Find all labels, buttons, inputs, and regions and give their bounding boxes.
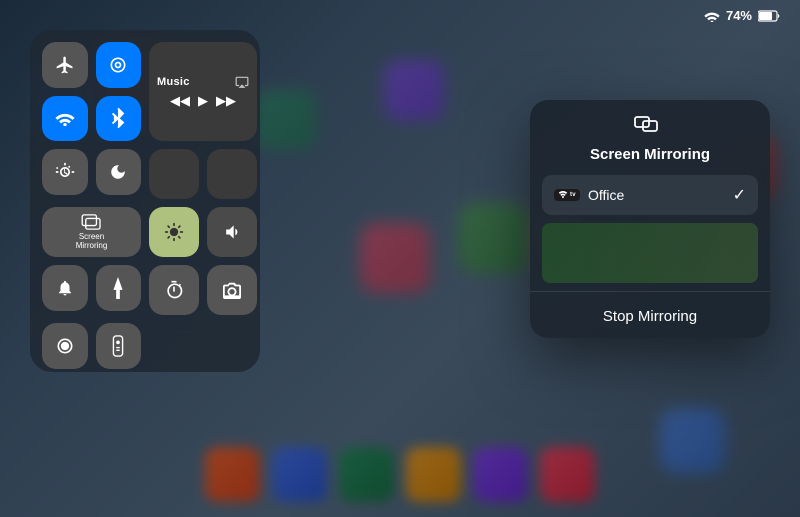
popup-header: Screen Mirroring (530, 100, 770, 171)
music-title: Music (157, 76, 190, 88)
next-button[interactable]: ▶▶ (216, 93, 236, 109)
remote-icon (111, 335, 125, 357)
volume-icon (222, 222, 242, 242)
timer-icon (164, 280, 184, 300)
hotspot-button[interactable] (96, 42, 142, 88)
alarm-button[interactable] (42, 265, 88, 311)
control-center-grid: Music ◀◀ ▶ ▶▶ (42, 42, 248, 360)
hotspot-icon (108, 55, 128, 75)
play-button[interactable]: ▶ (198, 93, 208, 109)
decorative-area (542, 223, 758, 283)
camera-button[interactable] (207, 265, 257, 315)
stop-mirroring-label: Stop Mirroring (603, 308, 697, 325)
music-controls: ◀◀ ▶ ▶▶ (170, 93, 236, 109)
stop-mirroring-button[interactable]: Stop Mirroring (530, 296, 770, 338)
remote-button[interactable] (96, 323, 142, 369)
prev-button[interactable]: ◀◀ (170, 93, 190, 109)
popup-mirror-icon (634, 116, 666, 140)
timer-button[interactable] (149, 265, 199, 315)
record-button[interactable] (42, 323, 88, 369)
battery-percent: 74% (726, 8, 752, 23)
record-icon (55, 336, 75, 356)
wifi-button[interactable] (42, 96, 88, 142)
screen-mirror-icon (81, 214, 103, 230)
control-center-panel: Music ◀◀ ▶ ▶▶ (30, 30, 260, 372)
airplane-mode-button[interactable] (42, 42, 88, 88)
device-name: Office (588, 187, 725, 203)
mirroring-label: ScreenMirroring (76, 232, 108, 250)
moon-icon (109, 163, 127, 181)
wifi-ctrl-icon (55, 110, 75, 126)
bluetooth-button[interactable] (96, 96, 142, 142)
checkmark-icon: ✓ (733, 185, 746, 205)
volume-button[interactable] (207, 207, 257, 257)
appletv-badge: tv (554, 189, 580, 201)
camera-icon (221, 281, 243, 299)
wifi-icon (704, 10, 720, 22)
airplane-icon (55, 55, 75, 75)
rotation-lock-button[interactable] (42, 149, 88, 195)
screen-mirroring-button[interactable]: ScreenMirroring (42, 207, 141, 257)
bluetooth-icon (110, 107, 126, 129)
flashlight-button[interactable] (96, 265, 142, 311)
screen-mirroring-popup: Screen Mirroring tv Office ✓ Stop Mirror… (530, 100, 770, 338)
do-not-disturb-button[interactable] (96, 149, 142, 195)
device-item[interactable]: tv Office ✓ (542, 175, 758, 215)
status-bar: 74% (704, 8, 780, 23)
popup-title: Screen Mirroring (590, 146, 710, 163)
brightness-button[interactable] (149, 207, 199, 257)
battery-icon (758, 10, 780, 22)
empty-slot-2 (207, 149, 257, 199)
airplay-icon (235, 75, 249, 89)
popup-divider (530, 291, 770, 292)
empty-slot-1 (149, 149, 199, 199)
brightness-icon (164, 222, 184, 242)
music-widget[interactable]: Music ◀◀ ▶ ▶▶ (149, 42, 257, 141)
bell-icon (56, 278, 74, 298)
flashlight-icon (110, 277, 126, 299)
rotation-lock-icon (55, 162, 75, 182)
